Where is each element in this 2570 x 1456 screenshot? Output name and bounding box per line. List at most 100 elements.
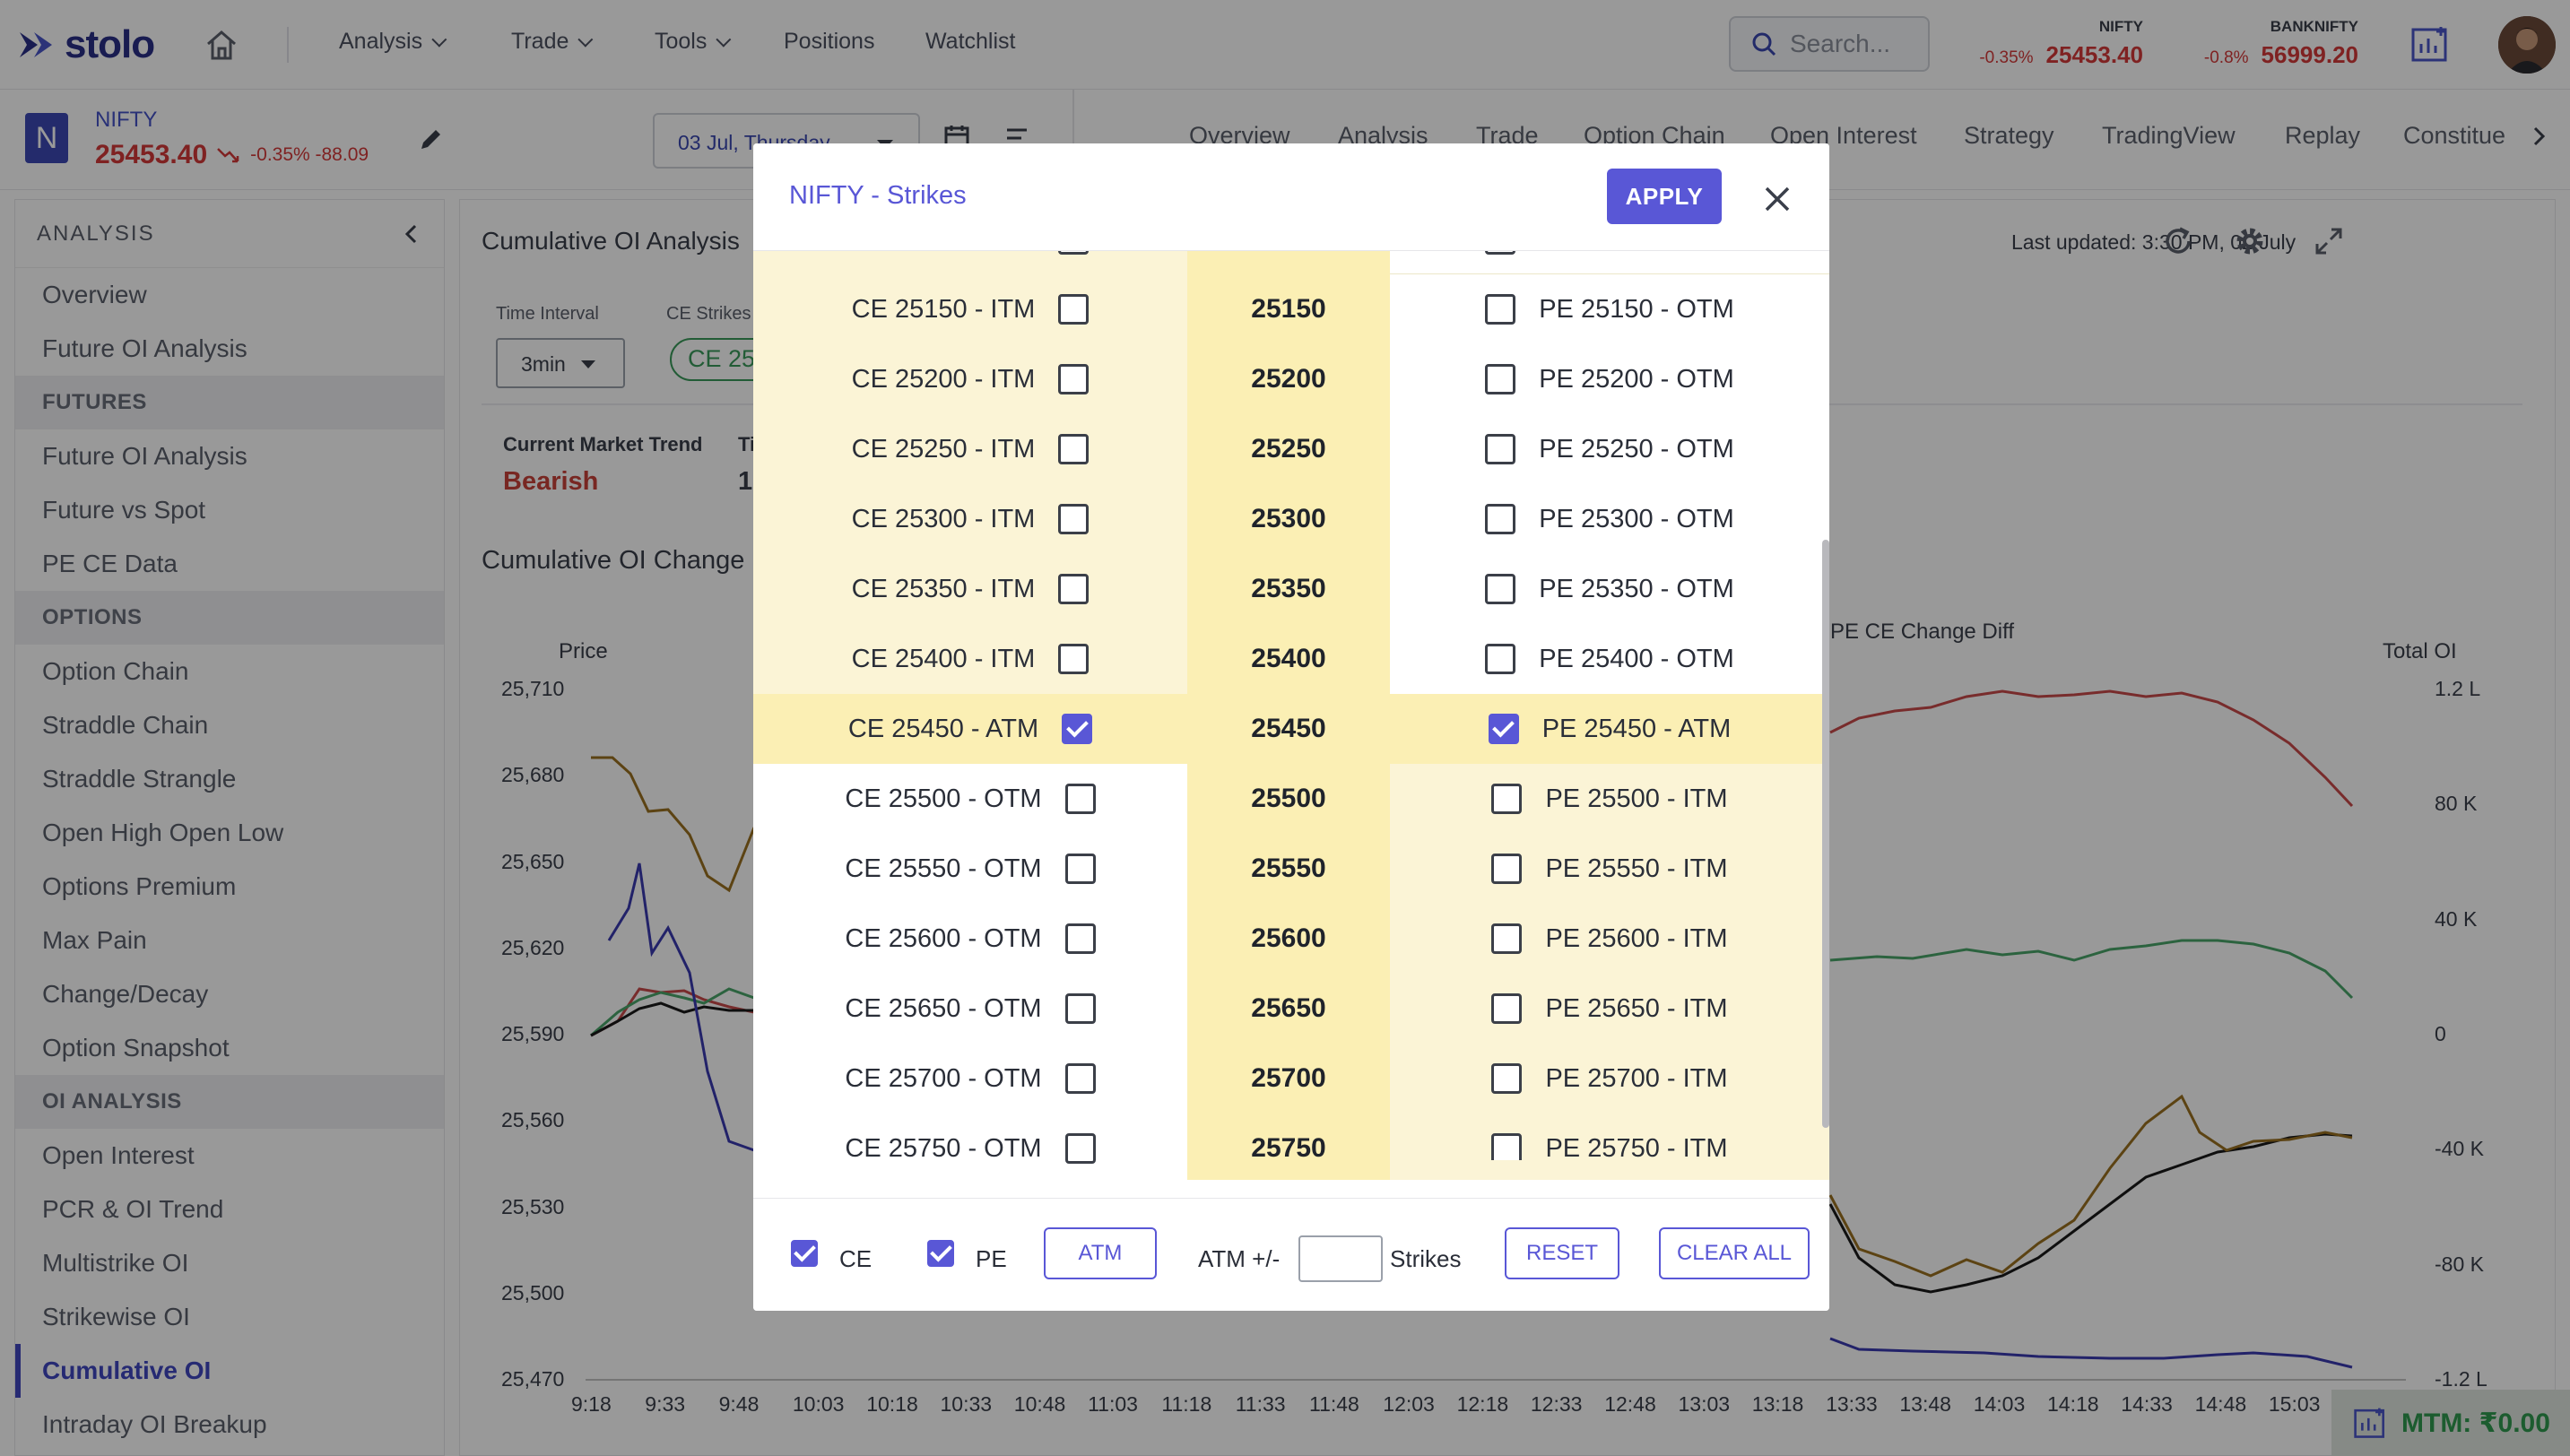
pe-filter-checkbox[interactable] <box>927 1240 954 1267</box>
ce-cell: CE 25250 - ITM <box>753 414 1187 484</box>
strike-value: 25650 <box>1187 974 1390 1044</box>
ce-checkbox[interactable] <box>1058 644 1090 674</box>
ce-checkbox[interactable] <box>1058 364 1090 394</box>
ce-label: CE 25150 - ITM <box>851 294 1036 324</box>
modal-title: NIFTY - Strikes <box>789 181 967 210</box>
pe-cell: PE 25650 - ITM <box>1390 974 1829 1044</box>
ce-checkbox[interactable] <box>1058 504 1090 534</box>
pe-cell: PE 25550 - ITM <box>1390 834 1829 904</box>
pe-filter-label: PE <box>976 1245 1007 1272</box>
strike-row: CE 25150 - ITM 25150 PE 25150 - OTM <box>753 274 1829 344</box>
ce-cell: CE 25500 - OTM <box>753 764 1187 834</box>
ce-label: CE 25300 - ITM <box>851 504 1036 533</box>
modal-footer: CE PE ATM ATM +/- Strikes RESET CLEAR AL… <box>753 1198 1829 1311</box>
strike-row: CE 25550 - OTM 25550 PE 25550 - ITM <box>753 834 1829 904</box>
pe-checkbox[interactable] <box>1485 251 1516 255</box>
pe-checkbox[interactable] <box>1485 294 1516 325</box>
pe-label: PE 25400 - OTM <box>1539 644 1734 673</box>
pe-cell: PE 25100 - OTM <box>1390 251 1829 274</box>
pe-checkbox[interactable] <box>1485 364 1516 394</box>
pe-cell: PE 25300 - OTM <box>1390 484 1829 554</box>
ce-cell: CE 25450 - ATM <box>753 694 1187 764</box>
strike-row: CE 25350 - ITM 25350 PE 25350 - OTM <box>753 554 1829 624</box>
ce-label: CE 25700 - OTM <box>845 1063 1042 1093</box>
modal-header: NIFTY - Strikes APPLY <box>753 143 1829 251</box>
ce-label: CE 25600 - OTM <box>845 923 1042 953</box>
pe-cell: PE 25250 - OTM <box>1390 414 1829 484</box>
ce-checkbox[interactable] <box>1064 784 1096 814</box>
ce-filter-label: CE <box>839 1245 873 1272</box>
apply-button[interactable]: APPLY <box>1607 169 1722 224</box>
pe-checkbox[interactable] <box>1491 784 1523 814</box>
close-icon[interactable] <box>1761 183 1793 215</box>
pe-cell: PE 25500 - ITM <box>1390 764 1829 834</box>
ce-label: CE 25500 - OTM <box>845 784 1042 813</box>
ce-filter-checkbox[interactable] <box>791 1240 818 1267</box>
ce-checkbox[interactable] <box>1058 574 1090 604</box>
ce-cell: CE 25200 - ITM <box>753 344 1187 414</box>
ce-checkbox[interactable] <box>1064 923 1096 954</box>
pe-label: PE 25450 - ATM <box>1541 714 1732 743</box>
ce-checkbox[interactable] <box>1058 434 1090 464</box>
scrollbar[interactable] <box>1822 540 1829 1128</box>
pe-label: PE 25250 - OTM <box>1539 434 1734 464</box>
pe-checkbox[interactable] <box>1488 714 1519 744</box>
strike-value: 25200 <box>1187 344 1390 414</box>
atm-button[interactable]: ATM <box>1044 1227 1157 1279</box>
strike-value: 25550 <box>1187 834 1390 904</box>
pe-checkbox[interactable] <box>1491 1133 1523 1164</box>
pe-checkbox[interactable] <box>1491 854 1523 884</box>
pe-cell: PE 25800 - ITM <box>1390 1160 1829 1180</box>
strike-value: 25600 <box>1187 904 1390 974</box>
clear-all-button[interactable]: CLEAR ALL <box>1659 1227 1810 1279</box>
pe-cell: PE 25150 - OTM <box>1390 274 1829 344</box>
strike-value: 25300 <box>1187 484 1390 554</box>
strike-cell <box>1187 251 1390 274</box>
ce-cell: CE 25600 - OTM <box>753 904 1187 974</box>
ce-label: CE 25450 - ATM <box>847 714 1039 743</box>
strike-value: 25500 <box>1187 764 1390 834</box>
pe-label: PE 25500 - ITM <box>1545 784 1728 813</box>
pe-checkbox[interactable] <box>1485 434 1516 464</box>
strike-row: CE 25650 - OTM 25650 PE 25650 - ITM <box>753 974 1829 1044</box>
ce-cell: CE 25800 - OTM <box>753 1160 1187 1180</box>
ce-checkbox[interactable] <box>1064 993 1096 1024</box>
ce-checkbox[interactable] <box>1058 294 1090 325</box>
ce-label: CE 25400 - ITM <box>851 644 1036 673</box>
ce-checkbox[interactable] <box>1058 251 1090 255</box>
ce-checkbox[interactable] <box>1064 1133 1096 1164</box>
atm-range-label: ATM +/- <box>1198 1245 1281 1272</box>
strike-row: CE 25450 - ATM 25450 PE 25450 - ATM <box>753 694 1829 764</box>
strike-row-partial: CE 25100 - ITM PE 25100 - OTM <box>753 251 1829 274</box>
pe-checkbox[interactable] <box>1491 1063 1523 1094</box>
strike-row: CE 25600 - OTM 25600 PE 25600 - ITM <box>753 904 1829 974</box>
pe-cell: PE 25600 - ITM <box>1390 904 1829 974</box>
pe-checkbox[interactable] <box>1491 923 1523 954</box>
strikes-list: CE 25100 - ITM PE 25100 - OTM CE 25150 -… <box>753 251 1829 1180</box>
pe-label: PE 25750 - ITM <box>1545 1133 1728 1163</box>
atm-range-input[interactable] <box>1298 1235 1383 1282</box>
ce-cell: CE 25700 - OTM <box>753 1044 1187 1114</box>
pe-label: PE 25700 - ITM <box>1545 1063 1728 1093</box>
ce-cell: CE 25150 - ITM <box>753 274 1187 344</box>
strike-row: CE 25700 - OTM 25700 PE 25700 - ITM <box>753 1044 1829 1114</box>
ce-cell: CE 25350 - ITM <box>753 554 1187 624</box>
ce-cell: CE 25650 - OTM <box>753 974 1187 1044</box>
pe-label: PE 25600 - ITM <box>1545 923 1728 953</box>
strike-row: CE 25200 - ITM 25200 PE 25200 - OTM <box>753 344 1829 414</box>
strike-value: 25450 <box>1187 694 1390 764</box>
pe-checkbox[interactable] <box>1491 993 1523 1024</box>
pe-checkbox[interactable] <box>1485 504 1516 534</box>
pe-cell: PE 25450 - ATM <box>1390 694 1829 764</box>
reset-button[interactable]: RESET <box>1505 1227 1619 1279</box>
ce-cell: CE 25100 - ITM <box>753 251 1187 274</box>
ce-checkbox[interactable] <box>1062 714 1093 744</box>
strike-row-partial: CE 25800 - OTM PE 25800 - ITM <box>753 1160 1829 1180</box>
pe-checkbox[interactable] <box>1485 644 1516 674</box>
ce-checkbox[interactable] <box>1064 1063 1096 1094</box>
pe-label: PE 25350 - OTM <box>1539 574 1734 603</box>
pe-label: PE 25300 - OTM <box>1539 504 1734 533</box>
strike-row: CE 25300 - ITM 25300 PE 25300 - OTM <box>753 484 1829 554</box>
ce-checkbox[interactable] <box>1064 854 1096 884</box>
pe-checkbox[interactable] <box>1485 574 1516 604</box>
